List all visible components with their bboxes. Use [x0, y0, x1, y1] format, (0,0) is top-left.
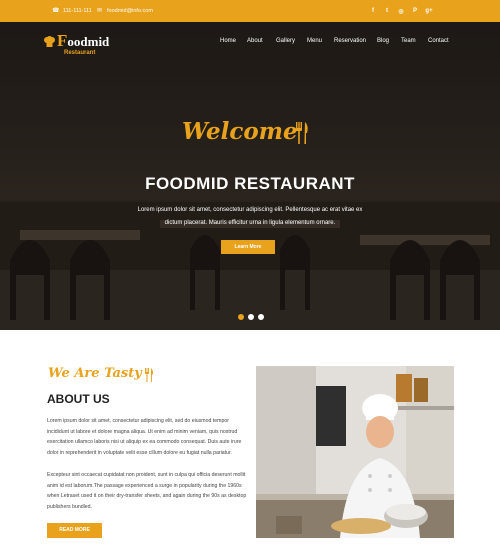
hero-welcome: Welcome	[182, 118, 298, 145]
phone-text: 111-111-111	[63, 8, 92, 14]
about-paragraph-2: Excepteur sint occaecat cupidatat non pr…	[47, 472, 247, 510]
nav-gallery[interactable]: Gallery	[276, 38, 295, 44]
email-contact[interactable]: ✉ foodmid@info.com	[96, 0, 153, 22]
top-bar: ☎ 111-111-111 ✉ foodmid@info.com f t ◎ P…	[0, 0, 500, 22]
social-links: f t ◎ P g+	[366, 0, 436, 22]
google-plus-icon[interactable]: g+	[422, 8, 436, 14]
read-more-button[interactable]: READ MORE	[47, 523, 102, 538]
brand-logo[interactable]: Foodmid Restaurant	[44, 31, 110, 60]
nav-reservation[interactable]: Reservation	[334, 38, 366, 44]
nav-about[interactable]: About	[247, 38, 263, 44]
brand-name-rest: oodmid	[67, 34, 110, 49]
nav-home[interactable]: Home	[220, 38, 236, 44]
learn-more-button[interactable]: Learn More	[221, 240, 275, 254]
hero-lead: Lorem ipsum dolor sit amet, consectetur …	[120, 204, 380, 230]
about-title: ABOUT US	[47, 392, 110, 406]
twitter-icon[interactable]: t	[380, 8, 394, 14]
facebook-icon[interactable]: f	[366, 8, 380, 14]
email-text: foodmid@info.com	[107, 8, 153, 14]
slider-dot-2[interactable]	[248, 314, 254, 320]
brand-name: Foodmid	[57, 31, 110, 50]
pinterest-icon[interactable]: P	[408, 8, 422, 14]
about-tagline: We Are Tasty	[48, 366, 142, 381]
chef-image	[256, 366, 454, 538]
hero-lead-line-1: Lorem ipsum dolor sit amet, consectetur …	[137, 207, 363, 213]
hero-title: FOODMID RESTAURANT	[145, 174, 355, 193]
nav-team[interactable]: Team	[401, 38, 416, 44]
instagram-icon[interactable]: ◎	[394, 8, 408, 15]
nav-blog[interactable]: Blog	[377, 38, 389, 44]
mail-icon: ✉	[96, 7, 103, 14]
slider-dots	[238, 314, 264, 320]
cutlery-icon	[296, 122, 308, 144]
brand-initial: F	[57, 31, 68, 50]
slider-dot-1[interactable]	[238, 314, 244, 320]
brand-subtitle: Restaurant	[64, 50, 96, 56]
nav-contact[interactable]: Contact	[428, 38, 449, 44]
slider-dot-3[interactable]	[258, 314, 264, 320]
nav-menu[interactable]: Menu	[307, 38, 322, 44]
phone-contact[interactable]: ☎ 111-111-111	[52, 0, 92, 22]
hero-lead-line-2: dictum placerat. Mauris efficitur urna i…	[164, 220, 336, 226]
about-paragraph-1: Lorem ipsum dolor sit amet, consectetur …	[47, 418, 242, 456]
cutlery-small-icon	[145, 368, 153, 382]
hero-section: Foodmid Restaurant Home About Gallery Me…	[0, 22, 500, 330]
chef-hat-icon	[44, 36, 55, 47]
phone-icon: ☎	[52, 7, 60, 14]
